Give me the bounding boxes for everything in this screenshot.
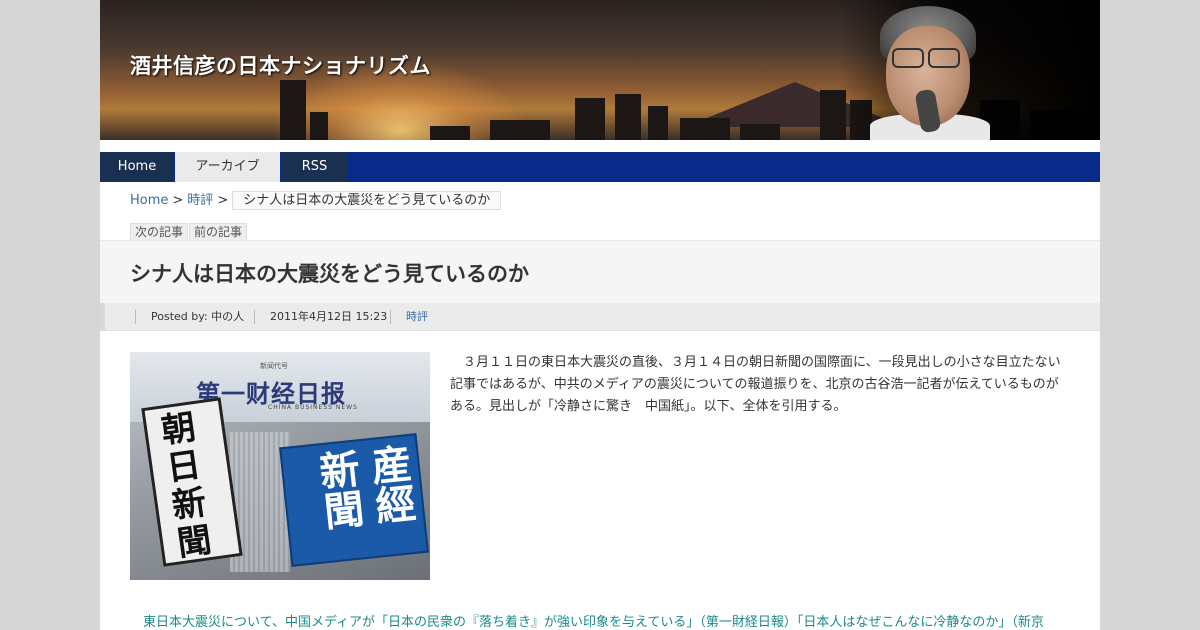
article-image: 新闻代号 第一财经日报 CHINA BUSINESS NEWS 朝日新聞 産經新… (130, 352, 430, 580)
glasses-icon (892, 48, 924, 68)
post-author: Posted by: 中の人 (151, 310, 245, 323)
breadcrumb-category[interactable]: 時評 (187, 193, 213, 208)
paper-subtitle: 新闻代号 (260, 362, 288, 370)
main-nav: Home アーカイブ RSS (100, 152, 1100, 182)
prev-post-button[interactable]: 前の記事 (189, 223, 248, 241)
breadcrumb-home[interactable]: Home (130, 193, 168, 208)
nav-home[interactable]: Home (100, 152, 174, 182)
post-category[interactable]: 時評 (406, 303, 428, 331)
nav-rss[interactable]: RSS (281, 152, 348, 182)
post-meta: Posted by: 中の人 2011年4月12日 15:23 時評 (100, 303, 1100, 331)
post-navigation: 次の記事 前の記事 (130, 223, 248, 241)
author-portrait (870, 4, 990, 140)
header-banner[interactable]: 酒井信彦の日本ナショナリズム (100, 0, 1100, 140)
post-title: シナ人は日本の大震災をどう見ているのか (130, 262, 529, 286)
quoted-article-link[interactable]: 東日本大震災について、中国メディアが「日本の民衆の『落ち着き』が強い印象を与えて… (143, 613, 1073, 630)
post-date: 2011年4月12日 15:23 (270, 310, 388, 323)
article-body: ３月１１日の東日本大震災の直後、３月１４日の朝日新聞の国際面に、一段見出しの小さ… (450, 355, 1061, 414)
page: 酒井信彦の日本ナショナリズム Home アーカイブ RSS Home > 時評 > シナ… (100, 0, 1100, 630)
title-band: シナ人は日本の大震災をどう見ているのか (100, 240, 1100, 303)
breadcrumb-separator: > (217, 193, 229, 208)
sankei-logo-text: 産經新聞 (310, 441, 418, 532)
next-post-button[interactable]: 次の記事 (130, 223, 189, 241)
nav-archive[interactable]: アーカイブ (175, 152, 280, 182)
site-title[interactable]: 酒井信彦の日本ナショナリズム (130, 50, 431, 80)
asahi-logo-text: 朝日新聞 (158, 407, 215, 565)
asahi-logo: 朝日新聞 (141, 397, 243, 567)
sankei-logo: 産經新聞 (279, 433, 429, 567)
breadcrumb-current: シナ人は日本の大震災をどう見ているのか (232, 191, 502, 210)
breadcrumb-separator: > (172, 193, 184, 208)
paper-english: CHINA BUSINESS NEWS (268, 404, 358, 411)
breadcrumb: Home > 時評 > シナ人は日本の大震災をどう見ているのか (130, 191, 502, 211)
